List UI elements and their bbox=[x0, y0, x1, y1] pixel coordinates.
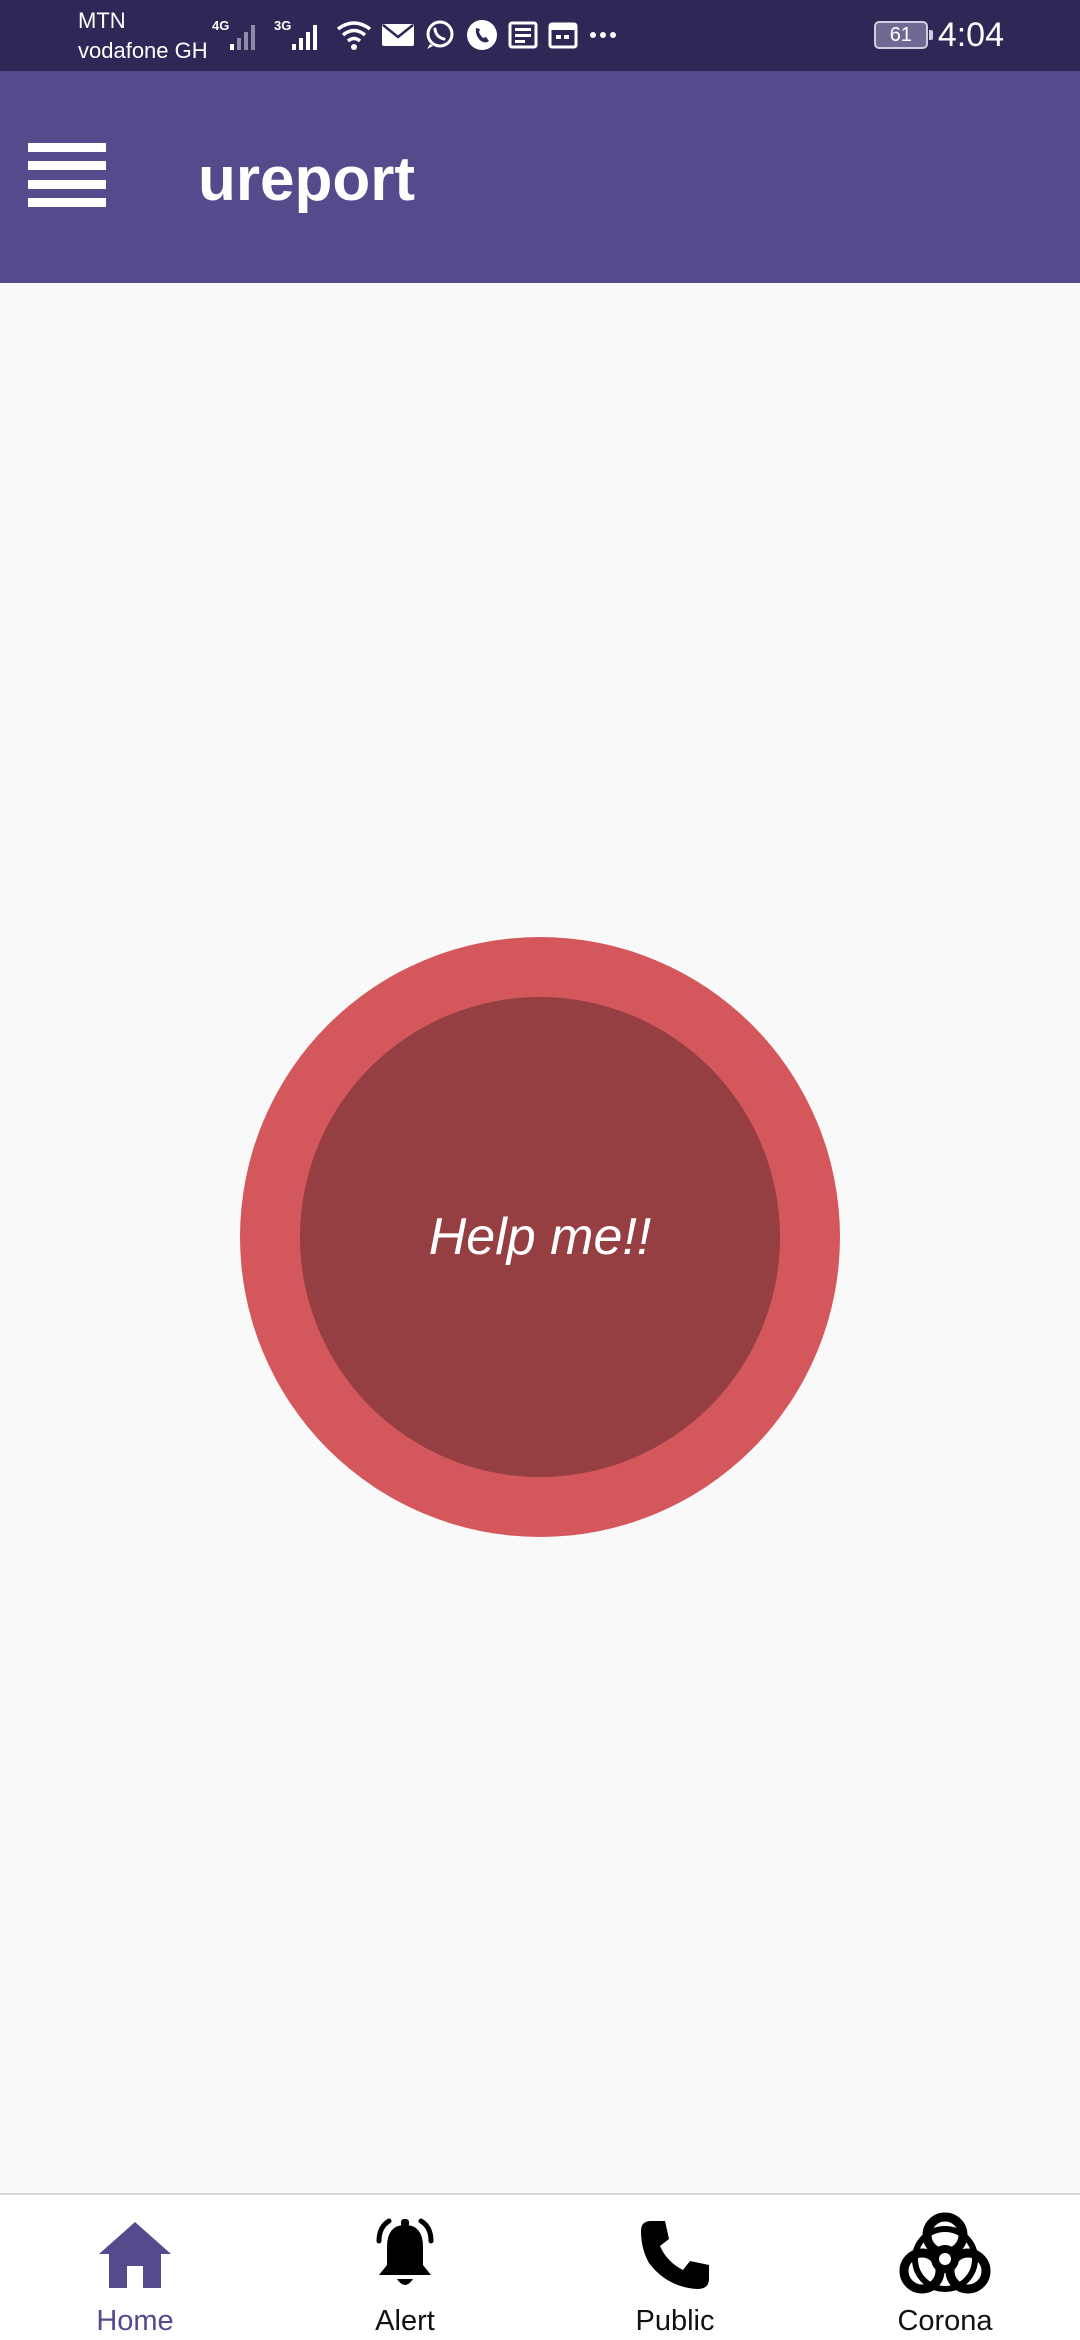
help-button-label: Help me!! bbox=[428, 1208, 652, 1266]
app-bar: ureport bbox=[0, 71, 1080, 283]
signal-3g-icon: 3G bbox=[274, 18, 317, 50]
more-icon bbox=[590, 32, 616, 38]
nav-item-corona[interactable]: Corona bbox=[810, 2195, 1080, 2340]
help-button-inner[interactable]: Help me!! bbox=[300, 997, 780, 1477]
signal-4g-icon: 4G bbox=[212, 18, 255, 50]
mail-icon bbox=[382, 24, 414, 46]
carrier-info: MTN vodafone GH bbox=[78, 6, 208, 66]
carrier-primary: MTN bbox=[78, 8, 126, 33]
calendar-icon bbox=[548, 22, 578, 49]
clock: 4:04 bbox=[937, 15, 1004, 54]
news-icon bbox=[508, 21, 538, 49]
status-bar: MTN vodafone GH 4G 3G 61 4:04 bbox=[0, 0, 1080, 71]
home-icon bbox=[85, 2207, 185, 2303]
phone-icon bbox=[625, 2207, 725, 2303]
nav-item-alert[interactable]: Alert bbox=[270, 2195, 540, 2340]
network-2-label: 3G bbox=[274, 18, 291, 33]
wifi-icon bbox=[336, 21, 372, 50]
whatsapp-icon bbox=[426, 20, 454, 49]
main-content: Help me!! bbox=[0, 283, 1080, 2193]
bell-icon bbox=[355, 2207, 455, 2303]
nav-item-public[interactable]: Public bbox=[540, 2195, 810, 2340]
nav-label-alert: Alert bbox=[375, 2305, 435, 2337]
nav-item-home[interactable]: Home bbox=[0, 2195, 270, 2340]
app-title: ureport bbox=[198, 145, 415, 214]
carrier-secondary: vodafone GH bbox=[78, 38, 208, 63]
status-right: 61 4:04 bbox=[873, 12, 1004, 58]
phone-icon bbox=[467, 20, 497, 50]
status-icons: 4G 3G bbox=[212, 14, 618, 56]
nav-label-home: Home bbox=[96, 2305, 174, 2337]
hamburger-menu-icon[interactable] bbox=[28, 143, 106, 207]
battery-icon: 61 bbox=[873, 21, 933, 49]
nav-label-public: Public bbox=[635, 2305, 715, 2337]
help-button[interactable]: Help me!! bbox=[240, 937, 840, 1537]
battery-level: 61 bbox=[889, 24, 912, 46]
bottom-navigation: Home Alert Public Corona bbox=[0, 2193, 1080, 2340]
biohazard-icon bbox=[895, 2207, 995, 2303]
nav-label-corona: Corona bbox=[897, 2305, 993, 2337]
network-1-label: 4G bbox=[212, 18, 229, 33]
